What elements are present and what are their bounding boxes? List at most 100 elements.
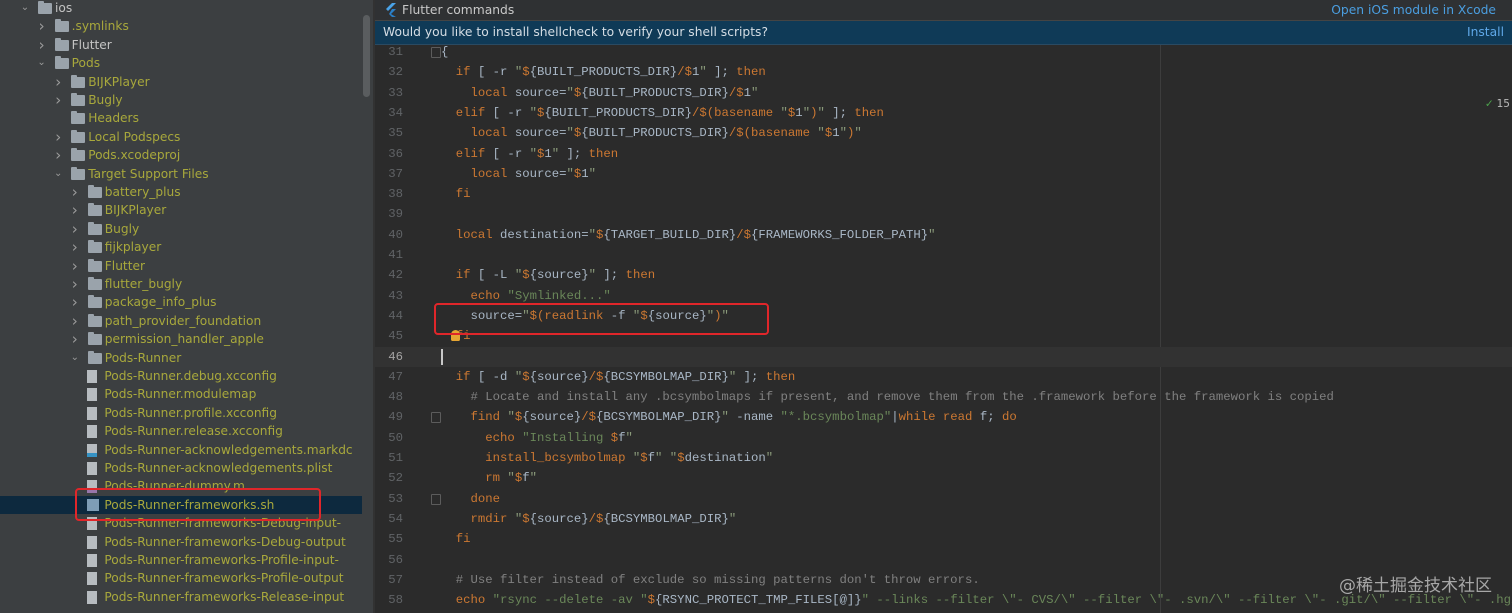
lightbulb-icon[interactable] bbox=[451, 330, 460, 342]
code-editor[interactable]: 31{32 if [ -r "${BUILT_PRODUCTS_DIR}/$1"… bbox=[375, 45, 1512, 613]
tree-file[interactable]: Pods-Runner-frameworks.sh bbox=[0, 495, 362, 515]
folder-icon bbox=[71, 148, 86, 162]
chevron-right-icon[interactable]: › bbox=[70, 183, 80, 201]
chevron-right-icon[interactable]: › bbox=[70, 293, 80, 311]
chevron-right-icon[interactable]: › bbox=[53, 91, 63, 109]
tree-folder[interactable]: › flutter_bugly bbox=[0, 275, 362, 293]
chevron-right-icon[interactable]: › bbox=[53, 128, 63, 146]
tree-file[interactable]: Pods-Runner-acknowledgements.plist bbox=[0, 459, 362, 477]
code-line[interactable]: 37 local source="$1" bbox=[375, 164, 1512, 184]
code-line[interactable]: 39 bbox=[375, 204, 1512, 224]
tree-folder[interactable]: › fijkplayer bbox=[0, 238, 362, 256]
code-line[interactable]: 50 echo "Installing $f" bbox=[375, 428, 1512, 448]
code-text: source="$(readlink -f "${source}")" bbox=[441, 306, 729, 326]
code-line[interactable]: 31 { bbox=[375, 45, 1512, 62]
chevron-right-icon[interactable]: › bbox=[70, 201, 80, 219]
code-line[interactable]: 54 rmdir "${source}/${BCSYMBOLMAP_DIR}" bbox=[375, 509, 1512, 529]
code-line[interactable]: 38 fi bbox=[375, 184, 1512, 204]
chevron-right-icon[interactable]: › bbox=[37, 17, 47, 35]
chevron-right-icon[interactable]: › bbox=[53, 146, 63, 164]
code-line[interactable]: 41 bbox=[375, 245, 1512, 265]
code-line[interactable]: 55 fi bbox=[375, 529, 1512, 549]
tree-folder[interactable]: › Local Podspecs bbox=[0, 128, 362, 146]
tree-folder[interactable]: › .symlinks bbox=[0, 17, 362, 35]
tree-file[interactable]: Pods-Runner-frameworks-Profile-input- bbox=[0, 551, 362, 569]
chevron-right-icon[interactable]: › bbox=[70, 312, 80, 330]
chevron-right-icon[interactable]: › bbox=[70, 238, 80, 256]
chevron-right-icon[interactable]: › bbox=[53, 73, 63, 91]
chevron-down-icon[interactable]: ⌄ bbox=[53, 165, 63, 183]
code-line[interactable]: 52 rm "$f" bbox=[375, 468, 1512, 488]
tree-folder[interactable]: › permission_handler_apple bbox=[0, 330, 362, 348]
fold-marker-icon[interactable] bbox=[431, 493, 441, 505]
code-line[interactable]: 43 echo "Symlinked..." bbox=[375, 286, 1512, 306]
fold-marker-icon[interactable] bbox=[431, 412, 441, 424]
code-line[interactable]: 34 elif [ -r "${BUILT_PRODUCTS_DIR}/$(ba… bbox=[375, 103, 1512, 123]
chevron-right-icon[interactable]: › bbox=[70, 275, 80, 293]
code-line[interactable]: 56 bbox=[375, 550, 1512, 570]
tree-folder[interactable]: › BIJKPlayer bbox=[0, 201, 362, 219]
code-line[interactable]: 53 done bbox=[375, 489, 1512, 509]
line-number: 42 bbox=[388, 268, 403, 283]
code-line[interactable]: 35 local source="${BUILT_PRODUCTS_DIR}/$… bbox=[375, 123, 1512, 143]
code-line[interactable]: 47 if [ -d "${source}/${BCSYMBOLMAP_DIR}… bbox=[375, 367, 1512, 387]
code-line[interactable]: 49 find "${source}/${BCSYMBOLMAP_DIR}" -… bbox=[375, 407, 1512, 427]
code-line[interactable]: 33 local source="${BUILT_PRODUCTS_DIR}/$… bbox=[375, 83, 1512, 103]
code-token: {source} bbox=[529, 369, 589, 384]
code-line[interactable]: 32 if [ -r "${BUILT_PRODUCTS_DIR}/$1" ];… bbox=[375, 62, 1512, 82]
tree-file[interactable]: Pods-Runner-frameworks-Profile-output bbox=[0, 569, 362, 587]
tree-file[interactable]: Pods-Runner-dummy.m bbox=[0, 477, 362, 495]
code-token: " bbox=[566, 126, 574, 141]
code-line[interactable]: 51 install_bcsymbolmap "$f" "$destinatio… bbox=[375, 448, 1512, 468]
code-token: /$( bbox=[728, 126, 751, 141]
tree-folder[interactable]: ⌄ Pods bbox=[0, 54, 362, 72]
tree-folder[interactable]: › Flutter bbox=[0, 36, 362, 54]
chevron-right-icon[interactable]: › bbox=[37, 36, 47, 54]
code-line[interactable]: 44 source="$(readlink -f "${source}")" bbox=[375, 306, 1512, 326]
tree-item-label: Pods-Runner.modulemap bbox=[104, 387, 257, 402]
tree-folder[interactable]: › package_info_plus bbox=[0, 293, 362, 311]
chevron-right-icon[interactable]: › bbox=[70, 330, 80, 348]
code-token: if bbox=[455, 65, 471, 80]
tree-folder[interactable]: › Bugly bbox=[0, 91, 362, 109]
chevron-right-icon[interactable]: › bbox=[70, 220, 80, 238]
chevron-down-icon[interactable]: ⌄ bbox=[70, 349, 80, 367]
code-line[interactable]: 42 if [ -L "${source}" ]; then bbox=[375, 265, 1512, 285]
sidebar-scrollbar[interactable] bbox=[363, 15, 370, 97]
tree-folder[interactable]: › Bugly bbox=[0, 220, 362, 238]
code-line[interactable]: 48 # Locate and install any .bcsymbolmap… bbox=[375, 387, 1512, 407]
tree-folder[interactable]: › BIJKPlayer bbox=[0, 73, 362, 91]
tree-file[interactable]: Pods-Runner.debug.xcconfig bbox=[0, 367, 362, 385]
tree-file[interactable]: Pods-Runner-frameworks-Debug-input- bbox=[0, 514, 362, 532]
tree-folder[interactable]: ⌄ Pods-Runner bbox=[0, 349, 362, 367]
tree-file[interactable]: Pods-Runner-frameworks-Release-input bbox=[0, 588, 362, 606]
tree-folder[interactable]: › battery_plus bbox=[0, 183, 362, 201]
chevron-right-icon[interactable]: › bbox=[70, 257, 80, 275]
code-line[interactable]: 46 bbox=[375, 346, 1512, 367]
chevron-down-icon[interactable]: ⌄ bbox=[20, 0, 30, 17]
tree-file[interactable]: Pods-Runner-frameworks-Debug-output bbox=[0, 533, 362, 551]
tree-file[interactable]: Pods-Runner-acknowledgements.markdc bbox=[0, 441, 362, 459]
project-tree[interactable]: ⌄ ios › .symlinks › Flutter ⌄ Pods › BIJKPlayer › B… bbox=[0, 0, 373, 613]
tree-folder[interactable]: › Pods.xcodeproj bbox=[0, 146, 362, 164]
tree-folder[interactable]: › path_provider_foundation bbox=[0, 312, 362, 330]
code-token: find bbox=[470, 410, 501, 425]
line-number: 32 bbox=[388, 65, 403, 80]
tree-folder[interactable]: ⌄ Target Support Files bbox=[0, 165, 362, 183]
tree-folder[interactable]: ⌄ ios bbox=[0, 0, 362, 17]
code-line[interactable]: 45 fi bbox=[375, 326, 1512, 346]
tree-file[interactable]: Pods-Runner.modulemap bbox=[0, 385, 362, 403]
line-number: 40 bbox=[388, 227, 403, 242]
tree-folder[interactable]: Headers bbox=[0, 109, 362, 127]
code-line[interactable]: 36 elif [ -r "$1" ]; then bbox=[375, 144, 1512, 164]
tree-file[interactable]: Pods-Runner.release.xcconfig bbox=[0, 422, 362, 440]
chevron-down-icon[interactable]: ⌄ bbox=[37, 54, 47, 72]
fold-marker-icon[interactable] bbox=[431, 47, 441, 58]
code-line[interactable]: 40 local destination="${TARGET_BUILD_DIR… bbox=[375, 225, 1512, 245]
tree-folder[interactable]: › Flutter bbox=[0, 257, 362, 275]
tree-file[interactable]: Pods-Runner.profile.xcconfig bbox=[0, 404, 362, 422]
inspection-widget[interactable]: ✓ 15 bbox=[1485, 98, 1510, 110]
install-link[interactable]: Install bbox=[1467, 21, 1504, 44]
open-xcode-link[interactable]: Open iOS module in Xcode bbox=[1331, 0, 1496, 20]
